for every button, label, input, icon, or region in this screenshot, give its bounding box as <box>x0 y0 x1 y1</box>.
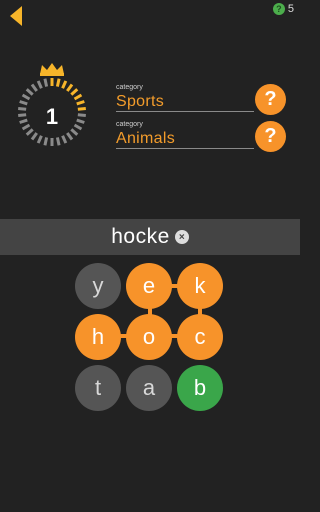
clear-word-button[interactable]: × <box>174 230 189 244</box>
dial-tick <box>36 80 43 89</box>
back-button[interactable] <box>6 4 26 28</box>
dial-tick <box>66 132 74 141</box>
category-1: category Sports <box>116 84 254 112</box>
letter-tile[interactable]: a <box>126 365 172 411</box>
letter-tile[interactable]: c <box>177 314 223 360</box>
category-2-value: Animals <box>116 130 176 147</box>
dial-tick <box>30 132 38 141</box>
level-number: 1 <box>45 104 59 129</box>
category-2: category Animals <box>116 121 254 149</box>
dial-tick <box>66 83 74 92</box>
category-2-label: category <box>116 121 143 128</box>
letter-tile[interactable]: y <box>75 263 121 309</box>
dial-tick <box>25 128 34 136</box>
dial-tick <box>36 135 43 144</box>
dial-tick <box>25 88 34 96</box>
close-icon: × <box>178 231 185 243</box>
dial-tick <box>43 137 49 146</box>
dial-tick <box>30 83 38 92</box>
category-2-help-button[interactable]: ? <box>255 121 286 152</box>
letter-grid: y e k h o c t a b <box>0 262 300 422</box>
current-word: hocke <box>111 225 170 248</box>
dial-tick <box>70 128 79 136</box>
question-icon: ? <box>264 125 277 147</box>
letter-tile[interactable]: o <box>126 314 172 360</box>
dial-tick <box>73 93 83 101</box>
letter-tile[interactable]: t <box>75 365 121 411</box>
dial-tick <box>55 137 61 146</box>
hint-counter[interactable]: ? 5 <box>272 3 294 15</box>
letter-tile[interactable]: b <box>177 365 223 411</box>
hint-icon: ? <box>272 3 285 15</box>
letter-tile[interactable]: h <box>75 314 121 360</box>
letter-tile[interactable]: k <box>177 263 223 309</box>
question-icon: ? <box>264 88 277 110</box>
category-1-label: category <box>116 84 143 91</box>
current-word-bar: hocke × <box>0 219 300 255</box>
dial-tick <box>43 78 49 87</box>
dial-tick <box>61 80 68 89</box>
letter-tile[interactable]: e <box>126 263 172 309</box>
hint-count-value: 5 <box>287 3 294 15</box>
category-1-help-button[interactable]: ? <box>255 84 286 115</box>
dial-tick <box>21 93 31 101</box>
dial-tick <box>61 135 68 144</box>
dial-tick <box>70 88 79 96</box>
category-1-value: Sports <box>116 93 165 110</box>
level-indicator: 1 <box>14 62 90 172</box>
dial-tick <box>55 78 61 87</box>
back-arrow-icon <box>10 6 22 26</box>
